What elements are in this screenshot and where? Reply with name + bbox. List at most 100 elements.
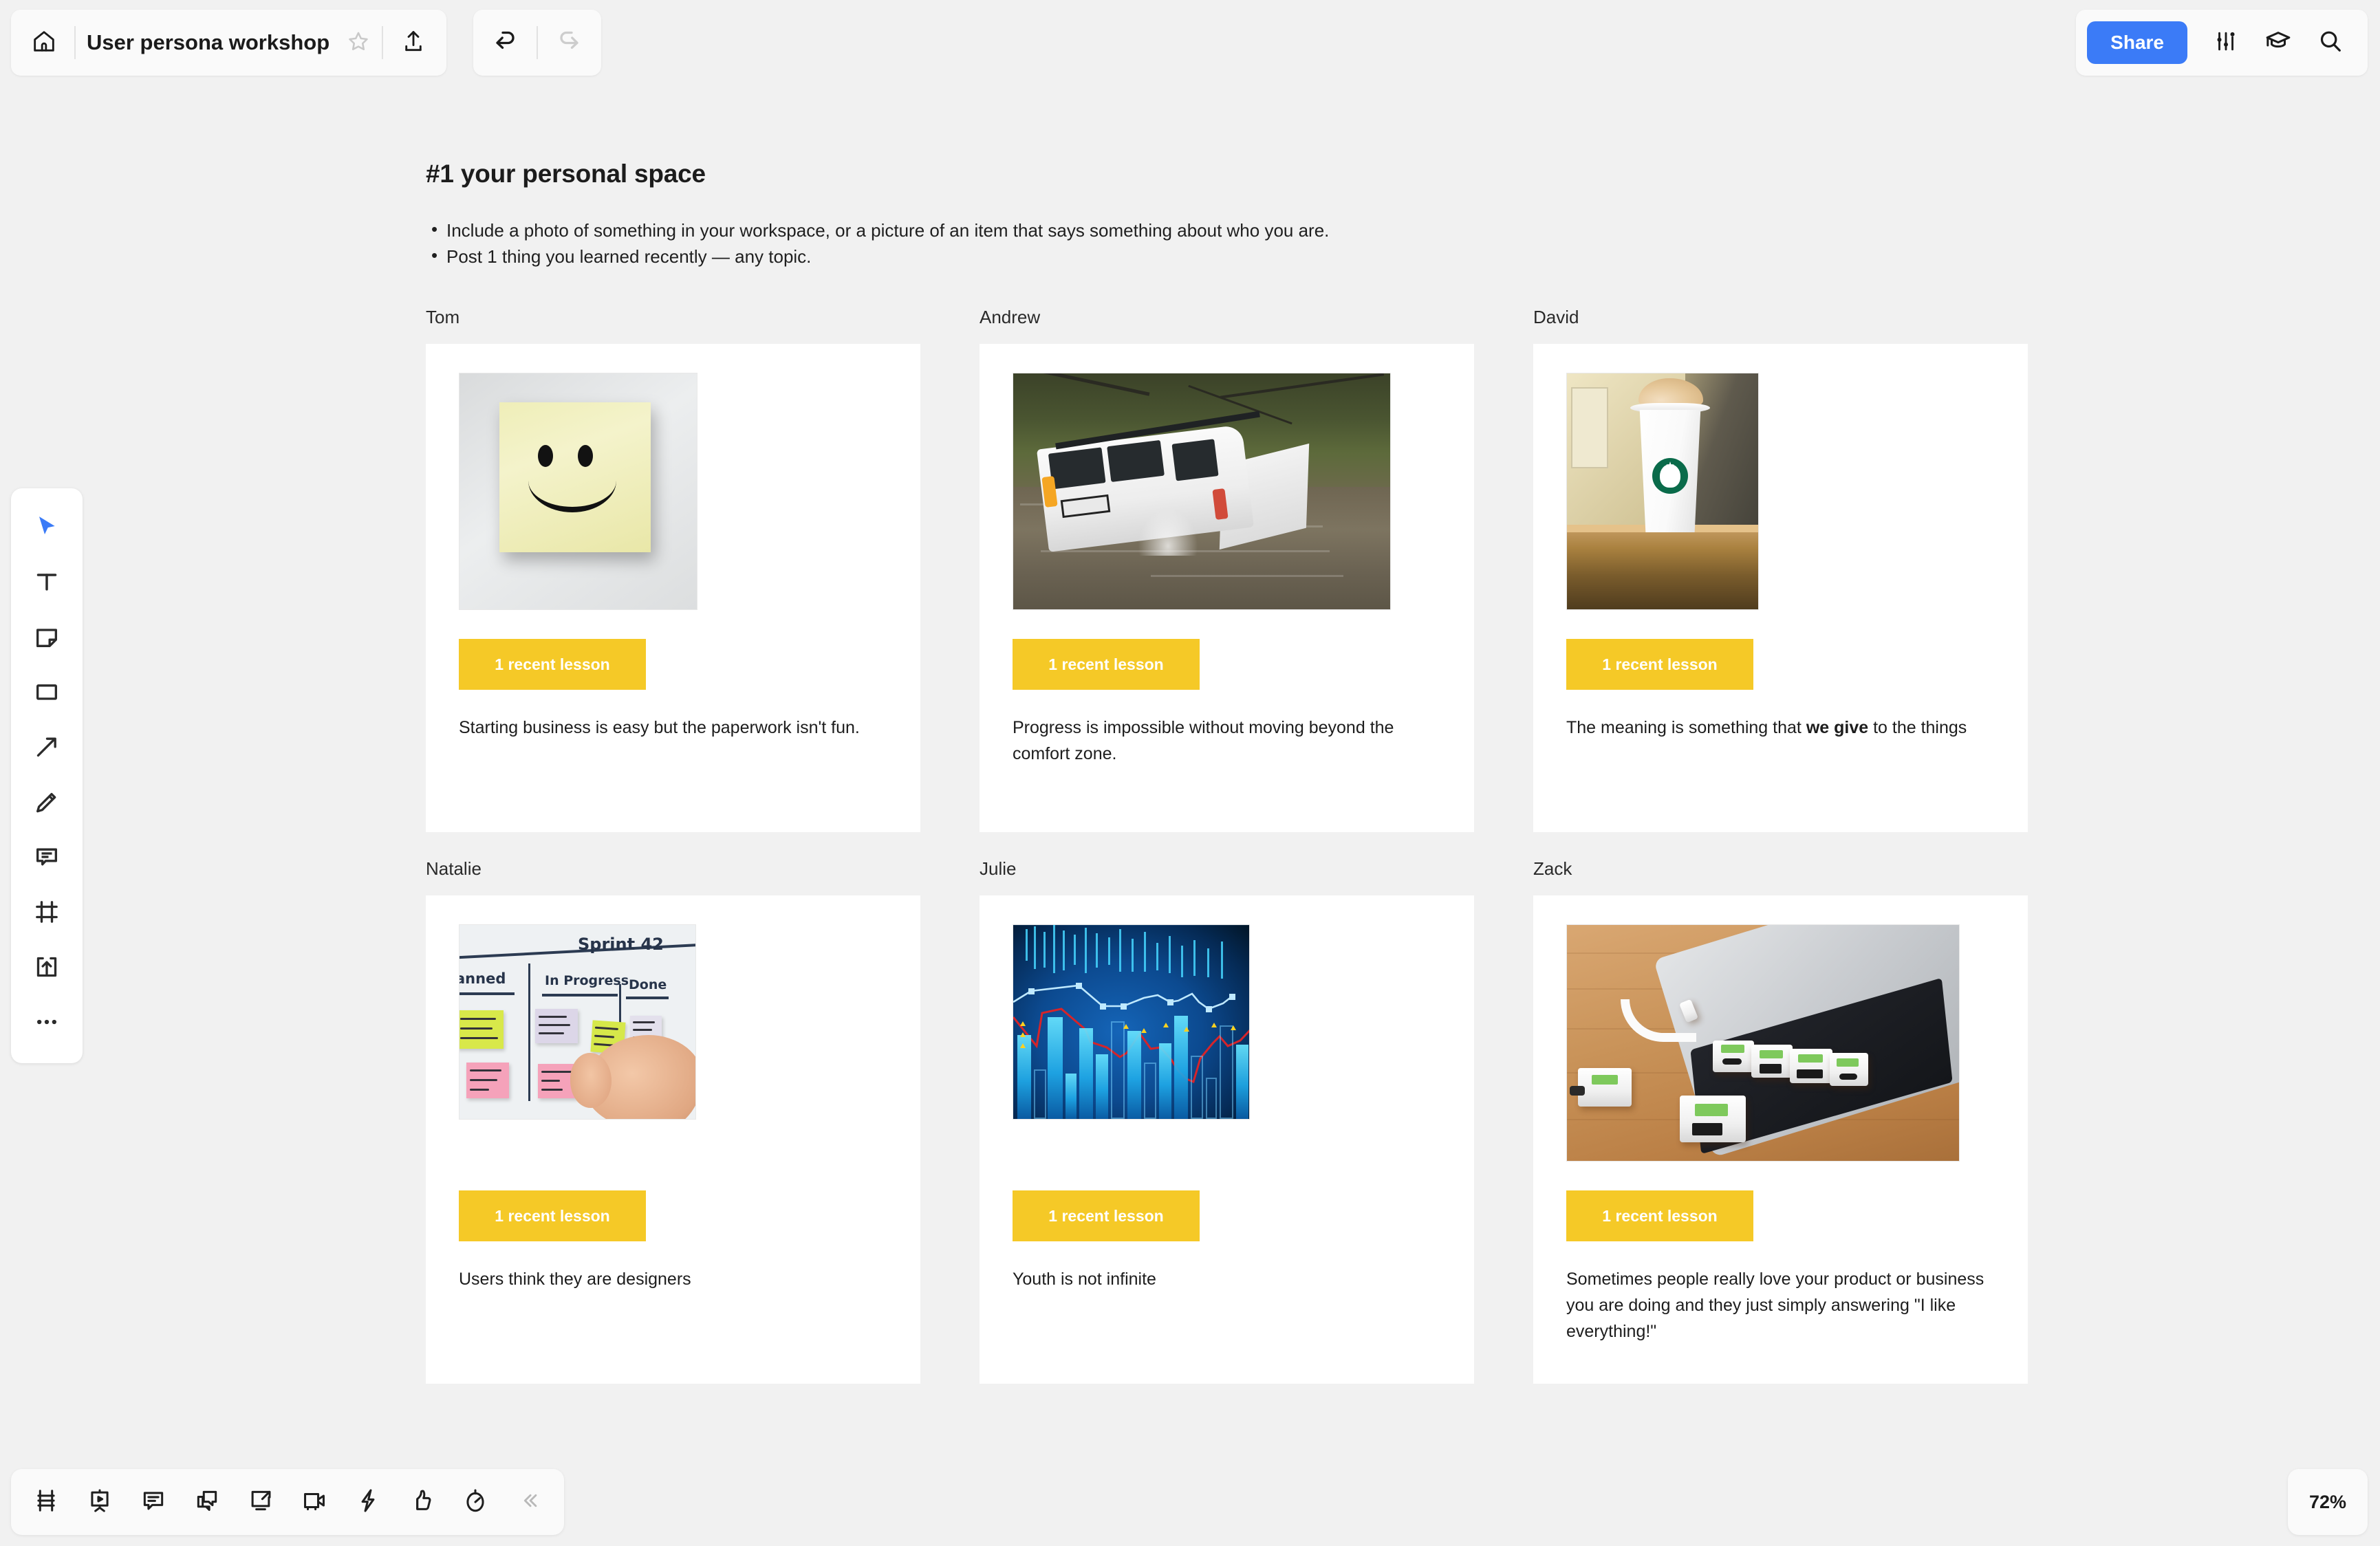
lesson-text-plain: Starting business is easy but the paperw… bbox=[459, 718, 860, 737]
lesson-text-plain: Users think they are designers bbox=[459, 1270, 691, 1289]
photo-usb-hub-laptop[interactable] bbox=[1566, 924, 1960, 1162]
persona-cell-tom: Tom 1 recent lesson Starting business is… bbox=[426, 307, 920, 832]
zoom-level-badge[interactable]: 72% bbox=[2288, 1469, 2368, 1535]
persona-cell-andrew: Andrew 1 recent lesson Progress is impos… bbox=[980, 307, 1474, 832]
connector-tool[interactable] bbox=[19, 721, 74, 776]
undo-arrow-icon bbox=[493, 28, 520, 58]
lesson-chip[interactable]: 1 recent lesson bbox=[1013, 1190, 1200, 1241]
sticky-note-icon bbox=[33, 623, 61, 654]
shape-tool[interactable] bbox=[19, 666, 74, 721]
frame-tool[interactable] bbox=[19, 886, 74, 941]
more-tools-button[interactable] bbox=[19, 996, 74, 1051]
persona-card[interactable]: 1 recent lesson Youth is not infinite bbox=[980, 895, 1474, 1384]
persona-cell-david: David 1 recent lesson The meaning is som… bbox=[1533, 307, 2028, 832]
timer-button[interactable] bbox=[448, 1475, 502, 1529]
pen-tool[interactable] bbox=[19, 776, 74, 831]
comments-button[interactable] bbox=[127, 1475, 180, 1529]
search-button[interactable] bbox=[2304, 17, 2357, 69]
comment-tool[interactable] bbox=[19, 831, 74, 886]
chat-button[interactable] bbox=[180, 1475, 234, 1529]
person-name[interactable]: Natalie bbox=[426, 858, 920, 882]
page-title[interactable]: #1 your personal space bbox=[426, 160, 2049, 188]
video-chat-button[interactable] bbox=[288, 1475, 341, 1529]
lesson-chip[interactable]: 1 recent lesson bbox=[1566, 639, 1753, 690]
persona-card[interactable]: Sprint 42 anned In Progress Done 1 recen… bbox=[426, 895, 920, 1384]
sticky-note-shape bbox=[499, 402, 651, 552]
lesson-text[interactable]: Progress is impossible without moving be… bbox=[1013, 715, 1441, 767]
frames-panel-button[interactable] bbox=[19, 1475, 73, 1529]
learning-button[interactable] bbox=[2252, 17, 2304, 69]
photo-starbucks-cup[interactable] bbox=[1566, 373, 1759, 610]
left-tool-palette bbox=[11, 488, 83, 1063]
lesson-text-plain: Progress is impossible without moving be… bbox=[1013, 718, 1394, 763]
photo-sticky-note-smiley[interactable] bbox=[459, 373, 697, 610]
magnifier-icon bbox=[2317, 28, 2344, 58]
water-splash bbox=[1137, 508, 1199, 556]
lesson-text[interactable]: Users think they are designers bbox=[459, 1266, 887, 1292]
divider bbox=[74, 26, 76, 59]
persona-card-grid: Tom 1 recent lesson Starting business is… bbox=[426, 307, 2049, 1384]
underline bbox=[542, 994, 618, 997]
column-divider bbox=[528, 963, 530, 1101]
rectangle-icon bbox=[33, 678, 61, 709]
photo-slot bbox=[1013, 373, 1441, 610]
persona-card[interactable]: 1 recent lesson Sometimes people really … bbox=[1533, 895, 2028, 1384]
document-title[interactable]: User persona workshop bbox=[80, 30, 339, 55]
upload-tool[interactable] bbox=[19, 941, 74, 996]
settings-button[interactable] bbox=[2200, 17, 2252, 69]
person-name[interactable]: David bbox=[1533, 307, 2028, 330]
text-tool[interactable] bbox=[19, 556, 74, 611]
comment-list-icon bbox=[140, 1488, 166, 1517]
apps-button[interactable] bbox=[341, 1475, 395, 1529]
lesson-text[interactable]: The meaning is something that we give to… bbox=[1566, 715, 1995, 741]
sticky-note-tool[interactable] bbox=[19, 611, 74, 666]
home-button[interactable] bbox=[18, 17, 70, 69]
sticky-note-lilac bbox=[535, 1009, 578, 1043]
select-tool[interactable] bbox=[19, 501, 74, 556]
underline bbox=[459, 992, 515, 995]
arrow-line-icon bbox=[33, 733, 61, 764]
favorite-button[interactable] bbox=[339, 23, 378, 62]
photo-slot bbox=[1566, 924, 1995, 1162]
video-camera-icon bbox=[301, 1488, 327, 1517]
lesson-chip[interactable]: 1 recent lesson bbox=[1013, 639, 1200, 690]
lesson-text-tail: to the things bbox=[1868, 718, 1967, 737]
smile-mouth bbox=[528, 463, 616, 512]
person-name[interactable]: Zack bbox=[1533, 858, 2028, 882]
persona-card[interactable]: 1 recent lesson Progress is impossible w… bbox=[980, 344, 1474, 832]
share-button[interactable]: Share bbox=[2087, 21, 2187, 64]
lesson-chip[interactable]: 1 recent lesson bbox=[459, 639, 646, 690]
lesson-text[interactable]: Sometimes people really love your produc… bbox=[1566, 1266, 1995, 1344]
lesson-text[interactable]: Youth is not infinite bbox=[1013, 1266, 1441, 1292]
presentation-button[interactable] bbox=[73, 1475, 127, 1529]
reactions-button[interactable] bbox=[395, 1475, 448, 1529]
undo-button[interactable] bbox=[480, 17, 532, 69]
lesson-text[interactable]: Starting business is easy but the paperw… bbox=[459, 715, 887, 741]
lesson-text-plain: Youth is not infinite bbox=[1013, 1270, 1156, 1289]
history-toolbar-group bbox=[473, 10, 601, 76]
person-name[interactable]: Tom bbox=[426, 307, 920, 330]
redo-button[interactable] bbox=[542, 17, 594, 69]
instruction-item: Include a photo of something in your wor… bbox=[426, 216, 2049, 243]
photo-financial-chart[interactable] bbox=[1013, 924, 1250, 1120]
photo-slot bbox=[459, 373, 887, 610]
stopwatch-icon bbox=[462, 1488, 488, 1517]
collapse-button[interactable] bbox=[502, 1475, 556, 1529]
export-button[interactable] bbox=[387, 17, 440, 69]
photo-kanban-whiteboard[interactable]: Sprint 42 anned In Progress Done bbox=[459, 924, 696, 1120]
persona-card[interactable]: 1 recent lesson Starting business is eas… bbox=[426, 344, 920, 832]
screen-share-button[interactable] bbox=[234, 1475, 288, 1529]
sliders-icon bbox=[2213, 28, 2239, 58]
person-name[interactable]: Andrew bbox=[980, 307, 1474, 330]
board-canvas-content: #1 your personal space Include a photo o… bbox=[426, 160, 2049, 1384]
lesson-chip[interactable]: 1 recent lesson bbox=[459, 1190, 646, 1241]
lesson-chip[interactable]: 1 recent lesson bbox=[1566, 1190, 1753, 1241]
person-name[interactable]: Julie bbox=[980, 858, 1474, 882]
persona-card[interactable]: 1 recent lesson The meaning is something… bbox=[1533, 344, 2028, 832]
lightning-bolt-icon bbox=[355, 1488, 381, 1517]
upload-icon bbox=[400, 28, 426, 58]
frame-icon bbox=[33, 898, 61, 929]
loose-module-2 bbox=[1680, 1096, 1746, 1142]
pencil-icon bbox=[33, 788, 61, 819]
photo-flooded-van[interactable] bbox=[1013, 373, 1391, 610]
